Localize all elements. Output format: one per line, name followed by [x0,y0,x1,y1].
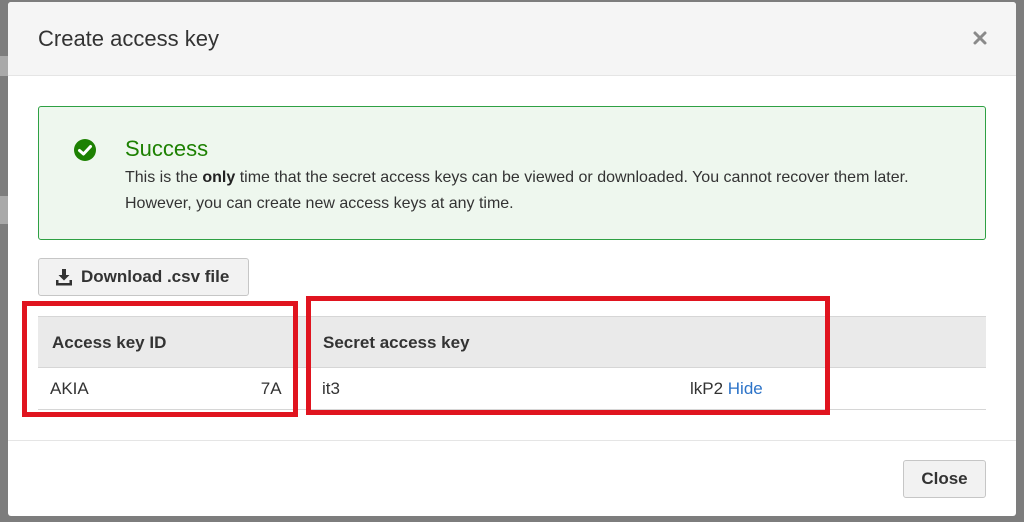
backdrop-strip [0,196,8,224]
alert-message-part: time that the secret access keys can be … [125,169,909,212]
alert-message: This is the only time that the secret ac… [125,165,965,217]
alert-title: Success [125,136,209,161]
close-icon[interactable] [970,28,990,48]
download-csv-label: Download .csv file [81,267,230,286]
create-access-key-modal: Create access key Success This is the on… [8,2,1016,516]
download-csv-button[interactable]: Download .csv file [38,258,249,296]
close-button[interactable]: Close [903,460,986,498]
download-icon [55,268,73,286]
modal-title: Create access key [38,26,219,51]
highlight-box-access-key-id [22,301,298,417]
alert-message-part: This is the [125,169,203,186]
backdrop-strip [0,56,8,76]
alert-message-emphasis: only [202,169,236,186]
modal-footer: Close [8,440,1016,516]
success-alert: Success This is the only time that the s… [38,106,986,240]
modal-header: Create access key [8,2,1016,76]
check-circle-icon [73,138,97,162]
highlight-box-secret-access-key [306,296,830,415]
